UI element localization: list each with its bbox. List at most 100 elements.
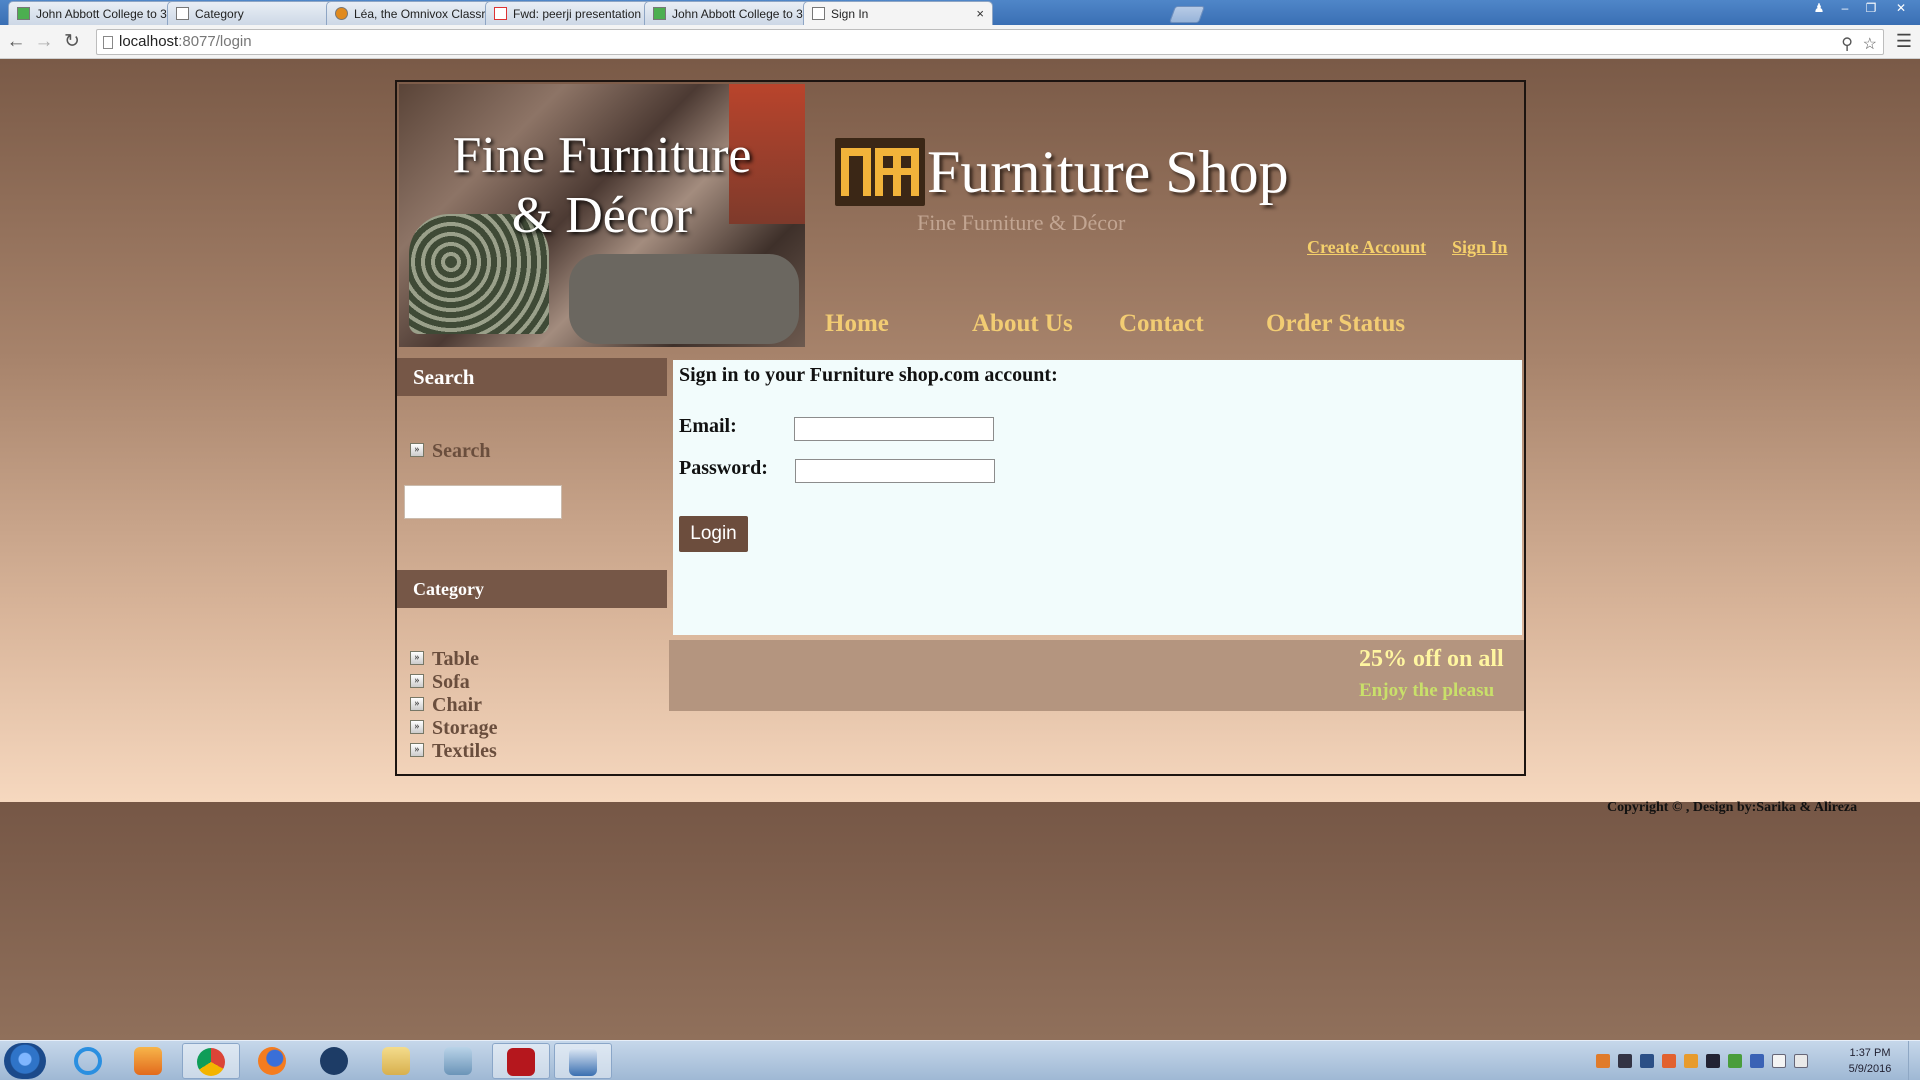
omnivox-icon — [335, 7, 348, 20]
browser-toolbar: ← → ↻ localhost:8077/login ⚲ ☆ ☰ — [0, 25, 1920, 59]
page-viewport: Fine Furniture & Décor Furniture Shop Fi… — [0, 60, 1920, 1040]
filezilla-icon — [507, 1048, 535, 1076]
bookmark-star-icon[interactable]: ☆ — [1863, 33, 1877, 57]
login-button[interactable]: Login — [679, 516, 748, 552]
volume-icon[interactable] — [1794, 1054, 1808, 1068]
nav-about-us[interactable]: About Us — [972, 310, 1073, 338]
back-icon[interactable]: ← — [4, 30, 28, 54]
password-field[interactable] — [795, 459, 995, 483]
user-icon[interactable]: ♟ — [1806, 0, 1832, 18]
taskbar-firefox[interactable] — [244, 1043, 302, 1079]
app-icon — [444, 1047, 472, 1075]
forward-icon[interactable]: → — [32, 30, 56, 54]
login-heading: Sign in to your Furniture shop.com accou… — [679, 364, 1058, 386]
browser-tab-strip: John Abbott College to 3: × Category × L… — [0, 0, 1920, 25]
network-icon[interactable] — [1772, 1054, 1786, 1068]
taskbar-filezilla[interactable] — [492, 1043, 550, 1079]
media-player-icon — [134, 1047, 162, 1075]
taskbar-app-2[interactable] — [430, 1043, 488, 1079]
minimize-icon[interactable]: – — [1832, 0, 1858, 18]
tab-title: Category — [195, 6, 244, 21]
tab-title: Léa, the Omnivox Classroo — [354, 6, 496, 21]
url-host: localhost — [119, 33, 179, 50]
category-label: Sofa — [432, 671, 470, 693]
window-close-icon[interactable]: ✕ — [1884, 0, 1918, 18]
app-leaf-icon — [320, 1047, 348, 1075]
tray-icon[interactable] — [1706, 1054, 1720, 1068]
sidebar-item-table[interactable]: » Table — [410, 648, 479, 671]
category-label: Storage — [432, 717, 498, 739]
tray-icon[interactable] — [1750, 1054, 1764, 1068]
tab-title: Sign In — [831, 6, 869, 21]
close-icon[interactable]: × — [976, 6, 984, 21]
search-input[interactable] — [404, 485, 562, 519]
taskbar-explorer[interactable] — [368, 1043, 426, 1079]
sidebar-item-storage[interactable]: » Storage — [410, 717, 498, 740]
sidebar-item-textiles[interactable]: » Textiles — [410, 740, 497, 763]
menu-icon[interactable]: ☰ — [1896, 31, 1912, 52]
tray-icon[interactable] — [1596, 1054, 1610, 1068]
taskbar-chrome[interactable] — [182, 1043, 240, 1079]
arrow-bullet-icon: » — [410, 743, 424, 757]
tray-icon[interactable] — [1640, 1054, 1654, 1068]
promo-edge — [1510, 640, 1520, 711]
clock-time: 1:37 PM — [1849, 1047, 1891, 1059]
restore-icon[interactable]: ❐ — [1858, 0, 1884, 18]
taskbar-ie[interactable] — [60, 1043, 118, 1079]
banner-title-line: & Décor — [511, 187, 693, 244]
page-icon — [103, 36, 113, 49]
nav-contact[interactable]: Contact — [1119, 310, 1204, 338]
tray-icon[interactable] — [1684, 1054, 1698, 1068]
banner-image: Fine Furniture & Décor — [399, 84, 805, 347]
tab-title: John Abbott College to 3: — [672, 6, 807, 21]
nav-order-status[interactable]: Order Status — [1266, 310, 1405, 338]
arrow-bullet-icon: » — [410, 651, 424, 665]
taskbar: 1:37 PM 5/9/2016 — [0, 1040, 1920, 1080]
sign-in-link[interactable]: Sign In — [1452, 237, 1508, 258]
dropbox-icon[interactable] — [1618, 1054, 1632, 1068]
banner-title: Fine Furniture & Décor — [399, 126, 805, 246]
tray-icon[interactable] — [1662, 1054, 1676, 1068]
search-heading: Search — [397, 358, 667, 396]
gmail-icon — [494, 7, 507, 20]
tray-icon[interactable] — [1728, 1054, 1742, 1068]
zoom-icon[interactable]: ⚲ — [1841, 33, 1853, 57]
show-desktop-button[interactable] — [1908, 1041, 1920, 1080]
arrow-bullet-icon: » — [410, 674, 424, 688]
password-label: Password: — [679, 457, 768, 479]
banner-decor — [569, 254, 799, 344]
logo-icon — [835, 138, 925, 206]
category-label: Table — [432, 648, 480, 670]
virtualbox-icon — [569, 1048, 597, 1076]
maps-icon — [653, 7, 666, 20]
taskbar-media-player[interactable] — [120, 1043, 178, 1079]
folder-icon — [382, 1047, 410, 1075]
taskbar-app[interactable] — [306, 1043, 364, 1079]
clock-date: 5/9/2016 — [1848, 1063, 1892, 1075]
banner-title-line: Fine Furniture — [452, 127, 752, 184]
nav-home[interactable]: Home — [825, 310, 889, 338]
promo-subline: Enjoy the pleasu — [1359, 680, 1495, 701]
category-label: Chair — [432, 694, 482, 716]
tab-title: Fwd: peerji presentation - — [513, 6, 649, 21]
sidebar-item-sofa[interactable]: » Sofa — [410, 671, 470, 694]
start-button[interactable] — [4, 1043, 46, 1079]
email-label: Email: — [679, 415, 737, 437]
page-empty-area — [0, 802, 1920, 1040]
create-account-link[interactable]: Create Account — [1307, 237, 1426, 258]
arrow-bullet-icon: » — [410, 443, 424, 457]
browser-tab-active[interactable]: Sign In × — [803, 1, 993, 25]
reload-icon[interactable]: ↻ — [60, 30, 84, 54]
sidebar-item-chair[interactable]: » Chair — [410, 694, 482, 717]
site-title: Furniture Shop — [927, 139, 1289, 205]
system-clock[interactable]: 1:37 PM 5/9/2016 — [1830, 1045, 1910, 1077]
taskbar-virtualbox[interactable] — [554, 1043, 612, 1079]
login-panel: Sign in to your Furniture shop.com accou… — [673, 360, 1522, 635]
category-heading: Category — [397, 570, 667, 608]
page-icon — [176, 7, 189, 20]
copyright-text: Copyright © , Design by:Sarika & Alireza — [1607, 800, 1858, 815]
email-field[interactable] — [794, 417, 994, 441]
site-subtitle: Fine Furniture & Décor — [917, 210, 1126, 235]
address-bar[interactable]: localhost:8077/login ⚲ ☆ — [96, 29, 1884, 55]
new-tab-button[interactable] — [1168, 6, 1206, 23]
